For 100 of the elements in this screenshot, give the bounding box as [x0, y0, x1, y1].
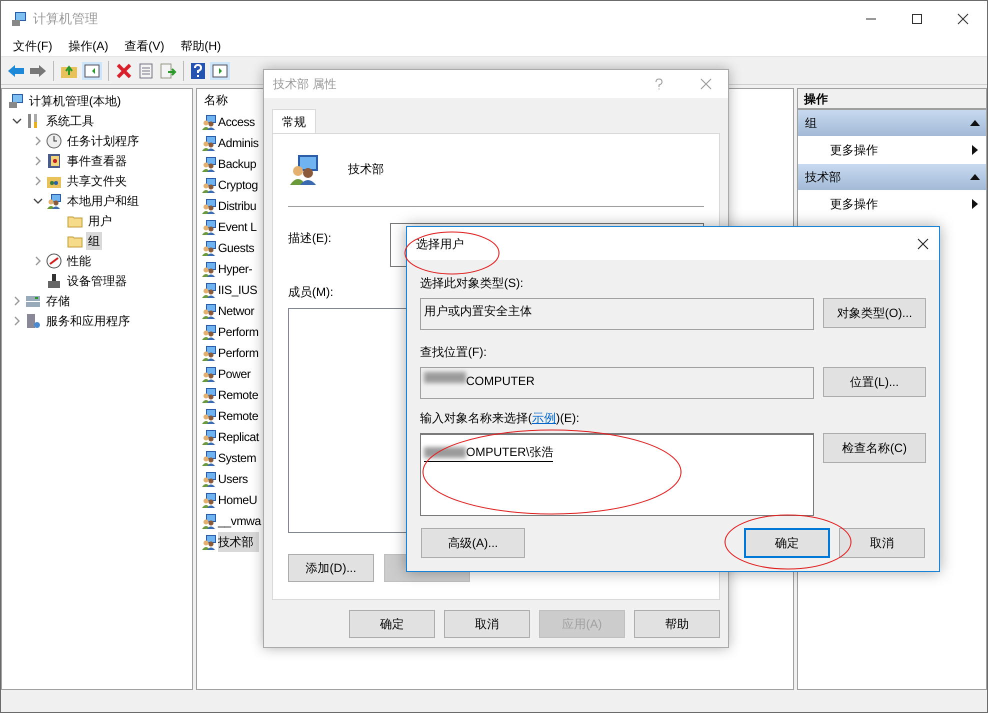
field-label: 输入对象名称来选择(示例)(E):: [420, 410, 580, 427]
list-item[interactable]: Networ: [218, 300, 260, 320]
list-item[interactable]: Replicat: [218, 426, 265, 446]
tree-item[interactable]: 事件查看器: [65, 152, 129, 170]
list-item[interactable]: Perform: [218, 342, 265, 362]
list-item[interactable]: Access: [218, 112, 261, 132]
list-item[interactable]: Users: [218, 468, 254, 488]
group-icon: [201, 114, 217, 130]
list-item[interactable]: Guests: [218, 238, 260, 258]
group-icon: [201, 176, 217, 192]
section-header[interactable]: 组: [798, 110, 986, 136]
submenu-arrow-icon: [972, 145, 978, 155]
group-icon: [201, 198, 217, 214]
menu-item[interactable]: 查看(V): [116, 37, 172, 55]
group-icon: [201, 218, 217, 234]
export-icon[interactable]: [159, 62, 177, 80]
delete-icon[interactable]: [115, 62, 133, 80]
forward-arrow-icon[interactable]: [29, 62, 47, 78]
group-icon: [201, 408, 217, 424]
list-item[interactable]: Event L: [218, 216, 263, 236]
menu-item[interactable]: 操作(A): [60, 37, 116, 55]
menu-item[interactable]: 帮助(H): [172, 37, 229, 55]
field-value: COMPUTER: [466, 373, 535, 390]
list-item[interactable]: Perform: [218, 322, 265, 342]
tree-item[interactable]: 系统工具: [44, 112, 96, 130]
group-icon: [201, 470, 217, 486]
list-item[interactable]: System: [218, 448, 262, 468]
list-item[interactable]: Backup: [218, 154, 262, 174]
tab[interactable]: 常规: [272, 109, 316, 133]
close-icon[interactable]: [917, 238, 929, 250]
list-item[interactable]: Remote: [218, 384, 264, 404]
add-button[interactable]: 添加(D)...: [288, 554, 374, 582]
tree-item[interactable]: 存储: [44, 292, 72, 310]
panel-header: 操作: [798, 89, 986, 110]
example-link[interactable]: 示例: [532, 411, 556, 425]
list-item[interactable]: Adminis: [218, 132, 265, 152]
group-icon: [201, 386, 217, 402]
up-folder-icon[interactable]: [60, 62, 78, 78]
advanced-button[interactable]: 高级(A)...: [421, 528, 525, 558]
group-icon: [201, 512, 217, 528]
list-item[interactable]: HomeU: [218, 490, 264, 510]
field-label: 描述(E):: [288, 230, 332, 247]
tree-item[interactable]: 任务计划程序: [65, 132, 141, 150]
close-icon[interactable]: [957, 12, 969, 24]
tree-item[interactable]: 性能: [65, 252, 93, 270]
group-icon: [201, 450, 217, 466]
action-item[interactable]: 更多操作: [798, 136, 986, 164]
tree-item[interactable]: 服务和应用程序: [44, 312, 132, 330]
users-icon: [46, 193, 62, 209]
pane-toggle-icon[interactable]: [210, 62, 230, 80]
dialog-button[interactable]: 取消: [444, 610, 530, 638]
list-item[interactable]: Power: [218, 364, 257, 384]
names-field[interactable]: OMPUTER\张浩: [420, 433, 814, 516]
field-label: 选择此对象类型(S):: [420, 275, 524, 292]
submenu-arrow-icon: [972, 199, 978, 209]
dialog-button[interactable]: 位置(L)...: [823, 367, 926, 397]
tree-item[interactable]: 用户: [86, 212, 114, 230]
action-item[interactable]: 更多操作: [798, 190, 986, 218]
list-item[interactable]: 技术部: [218, 532, 260, 552]
list-item[interactable]: __vmwa: [218, 510, 267, 530]
maximize-icon[interactable]: [911, 12, 923, 24]
section-header[interactable]: 技术部: [798, 164, 986, 190]
computer-icon: [11, 10, 27, 26]
dialog-button[interactable]: 检查名称(C): [823, 433, 926, 463]
list-item[interactable]: IIS_IUS: [218, 280, 264, 300]
group-icon: [201, 240, 217, 256]
list-item[interactable]: Cryptog: [218, 174, 264, 194]
properties-icon[interactable]: [137, 62, 155, 80]
server-icon: [25, 313, 41, 329]
group-icon: [201, 134, 217, 150]
computer-icon: [8, 93, 24, 109]
tree-item[interactable]: 组: [86, 232, 102, 250]
dialog-button[interactable]: 确定: [744, 528, 830, 558]
tree-item[interactable]: 本地用户和组: [65, 192, 141, 210]
group-icon: [201, 428, 217, 444]
tree-item[interactable]: 设备管理器: [65, 272, 129, 290]
list-item[interactable]: Hyper-: [218, 258, 258, 278]
log-book-icon: [46, 153, 62, 169]
device-icon: [46, 273, 62, 289]
tree-item[interactable]: 计算机管理(本地): [27, 92, 123, 110]
group-icon: [201, 366, 217, 382]
pane-toggle-icon[interactable]: [82, 62, 102, 80]
action-label: 更多操作: [830, 196, 879, 213]
section-title: 组: [805, 115, 818, 132]
menu-item[interactable]: 文件(F): [5, 37, 60, 55]
list-item[interactable]: Distribu: [218, 196, 262, 216]
dialog-button[interactable]: 对象类型(O)...: [823, 298, 926, 328]
list-item[interactable]: Remote: [218, 406, 264, 426]
dialog-button[interactable]: 确定: [349, 610, 435, 638]
dialog-button[interactable]: 取消: [839, 528, 925, 558]
dialog-button[interactable]: 帮助: [634, 610, 720, 638]
group-icon: [201, 260, 217, 276]
help-icon[interactable]: [190, 62, 206, 80]
group-icon: [201, 534, 217, 550]
group-icon: [201, 492, 217, 508]
action-label: 更多操作: [830, 142, 879, 159]
tree-item[interactable]: 共享文件夹: [65, 172, 129, 190]
group-icon: [201, 302, 217, 318]
dialog-title: 技术部 属性: [273, 76, 338, 93]
back-arrow-icon[interactable]: [7, 62, 25, 78]
